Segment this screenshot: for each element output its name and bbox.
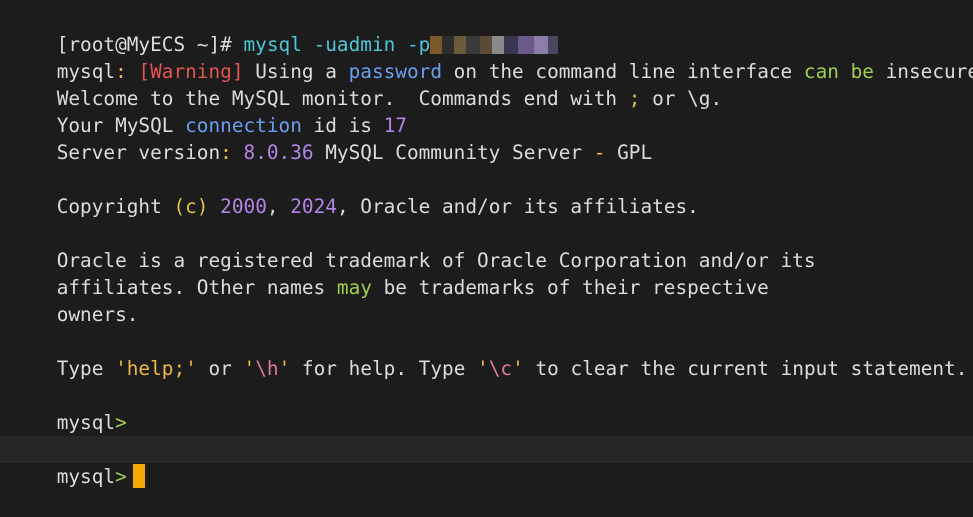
prompt-arrow: > [115, 465, 127, 488]
help-string: 'help;' [115, 357, 197, 380]
quote: ' [243, 357, 256, 380]
mysql-prompt-2: mysql> [10, 409, 127, 461]
terminal-window[interactable]: [root@MyECS ~]# mysql -uadmin -p mysql: … [0, 0, 973, 488]
year-end: 2024 [290, 195, 337, 218]
welcome-line: Welcome to the MySQL monitor. Commands e… [10, 58, 722, 110]
oracle-text-3: owners. [56, 303, 139, 326]
help-text-3: for help. Type [290, 357, 478, 380]
keyword-may: may [336, 276, 372, 299]
oracle-line-1: Oracle is a registered trademark of Orac… [10, 220, 816, 272]
copyright-text: Copyright [56, 195, 174, 218]
dash: - [593, 141, 606, 164]
prompt-label: mysql [56, 465, 116, 488]
help-text: Type [56, 357, 116, 380]
escape-c: \c [488, 357, 513, 380]
server-version-line: Server version: 8.0.36 MySQL Community S… [10, 112, 652, 164]
keyword-can-be: can be [803, 60, 874, 83]
oracle-line-2: affiliates. Other names may be trademark… [10, 247, 769, 299]
colon: : [220, 141, 244, 164]
welcome-text-2: or \g. [640, 87, 723, 110]
year-start: 2000 [220, 195, 267, 218]
mysql-prompt-3-active[interactable]: mysql> [10, 436, 145, 488]
escape-h: \h [255, 357, 279, 380]
comma: , [266, 195, 291, 218]
quote: ' [512, 357, 524, 380]
oracle-text-2c: be trademarks of their respective [371, 276, 769, 299]
license: GPL [605, 141, 653, 164]
current-line-highlight [0, 436, 973, 463]
copyright-line: Copyright (c) 2000, 2024, Oracle and/or … [10, 166, 699, 218]
quote: ' [278, 357, 291, 380]
warning-line: mysql: [Warning] Using a password on the… [10, 31, 973, 83]
oracle-line-3: owners. [10, 274, 139, 326]
server-name: MySQL Community Server [313, 141, 594, 164]
help-text-4: to clear the current input statement. [523, 357, 968, 380]
copyright-owner: , Oracle and/or its affiliates. [336, 195, 699, 218]
mysql-prompt-1: mysql> [10, 382, 127, 434]
help-line: Type 'help;' or '\h' for help. Type '\c'… [10, 328, 968, 380]
server-label: Server version [56, 141, 221, 164]
connection-line: Your MySQL connection id is 17 [10, 85, 407, 137]
shell-command-line: [root@MyECS ~]# mysql -uadmin -p [10, 4, 559, 56]
copyright-symbol: (c) [173, 195, 209, 218]
server-version: 8.0.36 [243, 141, 314, 164]
help-text-2: or [196, 357, 244, 380]
warning-text-3: insecure. [885, 60, 973, 83]
text-cursor[interactable] [132, 464, 145, 488]
quote: ' [477, 357, 489, 380]
semicolon: ; [628, 87, 641, 110]
